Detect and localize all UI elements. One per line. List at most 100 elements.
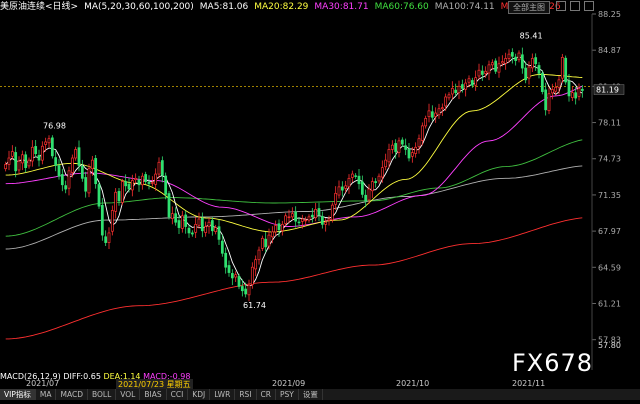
candle-body (180, 215, 184, 229)
zoom-icon[interactable] (570, 1, 580, 11)
candle-body (184, 214, 188, 227)
candle-body (527, 66, 531, 79)
indicator-tab[interactable]: BOLL (88, 389, 117, 400)
candle-body (90, 159, 94, 170)
y-tick-label: 78.11 (598, 119, 621, 128)
price-chart[interactable]: 88.2584.8781.4978.1174.7371.3567.9764.59… (0, 0, 640, 400)
candle-body (20, 154, 24, 164)
indicator-tab[interactable]: MACD (56, 389, 88, 400)
candle-body (344, 185, 348, 189)
candle-body (270, 231, 274, 238)
candle-body (367, 188, 371, 201)
candle-body (147, 182, 151, 185)
candle-body (70, 157, 74, 173)
candle-body (44, 141, 48, 145)
candle-body (77, 147, 81, 166)
indicator-tab[interactable]: MA (36, 389, 57, 400)
candle-body (470, 80, 474, 86)
candle-body (387, 149, 391, 163)
candle-body (557, 79, 561, 88)
candle-body (444, 96, 448, 107)
candle-body (550, 89, 554, 94)
candle-body (537, 65, 541, 74)
candle-body (504, 58, 508, 64)
candle-body (94, 158, 98, 185)
indicator-tab[interactable]: BIAS (140, 389, 167, 400)
candle-body (194, 224, 198, 233)
watermark-logo: FX678 (512, 349, 594, 377)
candle-body (320, 216, 324, 225)
indicator-tab[interactable]: CCI (167, 389, 189, 400)
ma100-value: MA100:74.11 (434, 2, 495, 12)
candle-body (377, 175, 381, 182)
candle-body (574, 92, 578, 99)
candle-body (340, 186, 344, 191)
bottom-price-label: 57.80 (598, 341, 621, 350)
candle-body (400, 139, 404, 145)
candle-body (267, 234, 271, 247)
candle-body (140, 175, 144, 186)
candle-body (260, 237, 264, 249)
settings-icon[interactable] (556, 1, 566, 11)
candle-body (174, 213, 178, 223)
candle-body (47, 138, 51, 144)
candle-body (464, 82, 468, 90)
candle-body (524, 67, 528, 81)
candle-body (350, 173, 354, 178)
indicator-tab[interactable]: LWR (210, 389, 236, 400)
candle-body (510, 52, 514, 57)
candle-body (100, 204, 104, 236)
candle-body (547, 93, 551, 112)
ma100-line (5, 165, 583, 250)
candle-body (54, 157, 58, 166)
candle-body (364, 194, 368, 202)
close-icon[interactable] (584, 1, 594, 11)
y-tick-label: 74.73 (598, 155, 621, 164)
chart-root: 88.2584.8781.4978.1174.7371.3567.9764.59… (0, 0, 640, 400)
candle-body (7, 157, 11, 165)
candle-body (560, 57, 564, 79)
candle-body (10, 151, 14, 157)
candle-body (554, 86, 558, 92)
price-annotation: 76.98 (43, 122, 66, 131)
macd-diff: DIFF:0.65 (63, 372, 101, 381)
candle-body (424, 118, 428, 127)
candle-body (74, 149, 78, 159)
indicator-tab[interactable]: VOL (116, 389, 141, 400)
indicator-tab[interactable]: VIP指标 (0, 389, 36, 400)
candle-body (274, 225, 278, 233)
candle-body (207, 221, 211, 227)
candle-body (570, 92, 574, 98)
candle-body (500, 61, 504, 64)
candle-body (84, 177, 88, 192)
full-chart-button[interactable]: 全部主图 (508, 1, 550, 14)
y-tick-label: 71.35 (598, 191, 621, 200)
candle-body (300, 218, 304, 222)
candle-body (420, 125, 424, 141)
symbol-title[interactable]: 美原油连续<日线> (0, 2, 78, 12)
indicator-tab[interactable]: RSI (235, 389, 257, 400)
ma200-line (5, 217, 583, 340)
indicator-tab[interactable]: CR (257, 389, 276, 400)
indicator-tab[interactable]: 设置 (299, 389, 323, 400)
candle-body (374, 181, 378, 183)
candle-body (430, 111, 434, 118)
candle-body (517, 52, 521, 61)
candle-body (157, 161, 161, 175)
candle-body (124, 181, 128, 187)
candle-body (480, 70, 484, 75)
candle-body (337, 186, 341, 196)
candle-body (60, 174, 64, 186)
indicator-tab[interactable]: KDJ (188, 389, 211, 400)
candle-body (304, 219, 308, 222)
indicator-tab[interactable]: PSY (276, 389, 299, 400)
candle-body (277, 223, 281, 231)
ma30-value: MA30:81.71 (314, 2, 369, 12)
candle-body (427, 110, 431, 118)
candle-body (287, 216, 291, 219)
date-label-4: 2021/10 (396, 379, 430, 388)
candle-body (177, 220, 181, 228)
candle-body (324, 221, 328, 225)
candle-body (24, 154, 28, 168)
candle-body (210, 220, 214, 232)
